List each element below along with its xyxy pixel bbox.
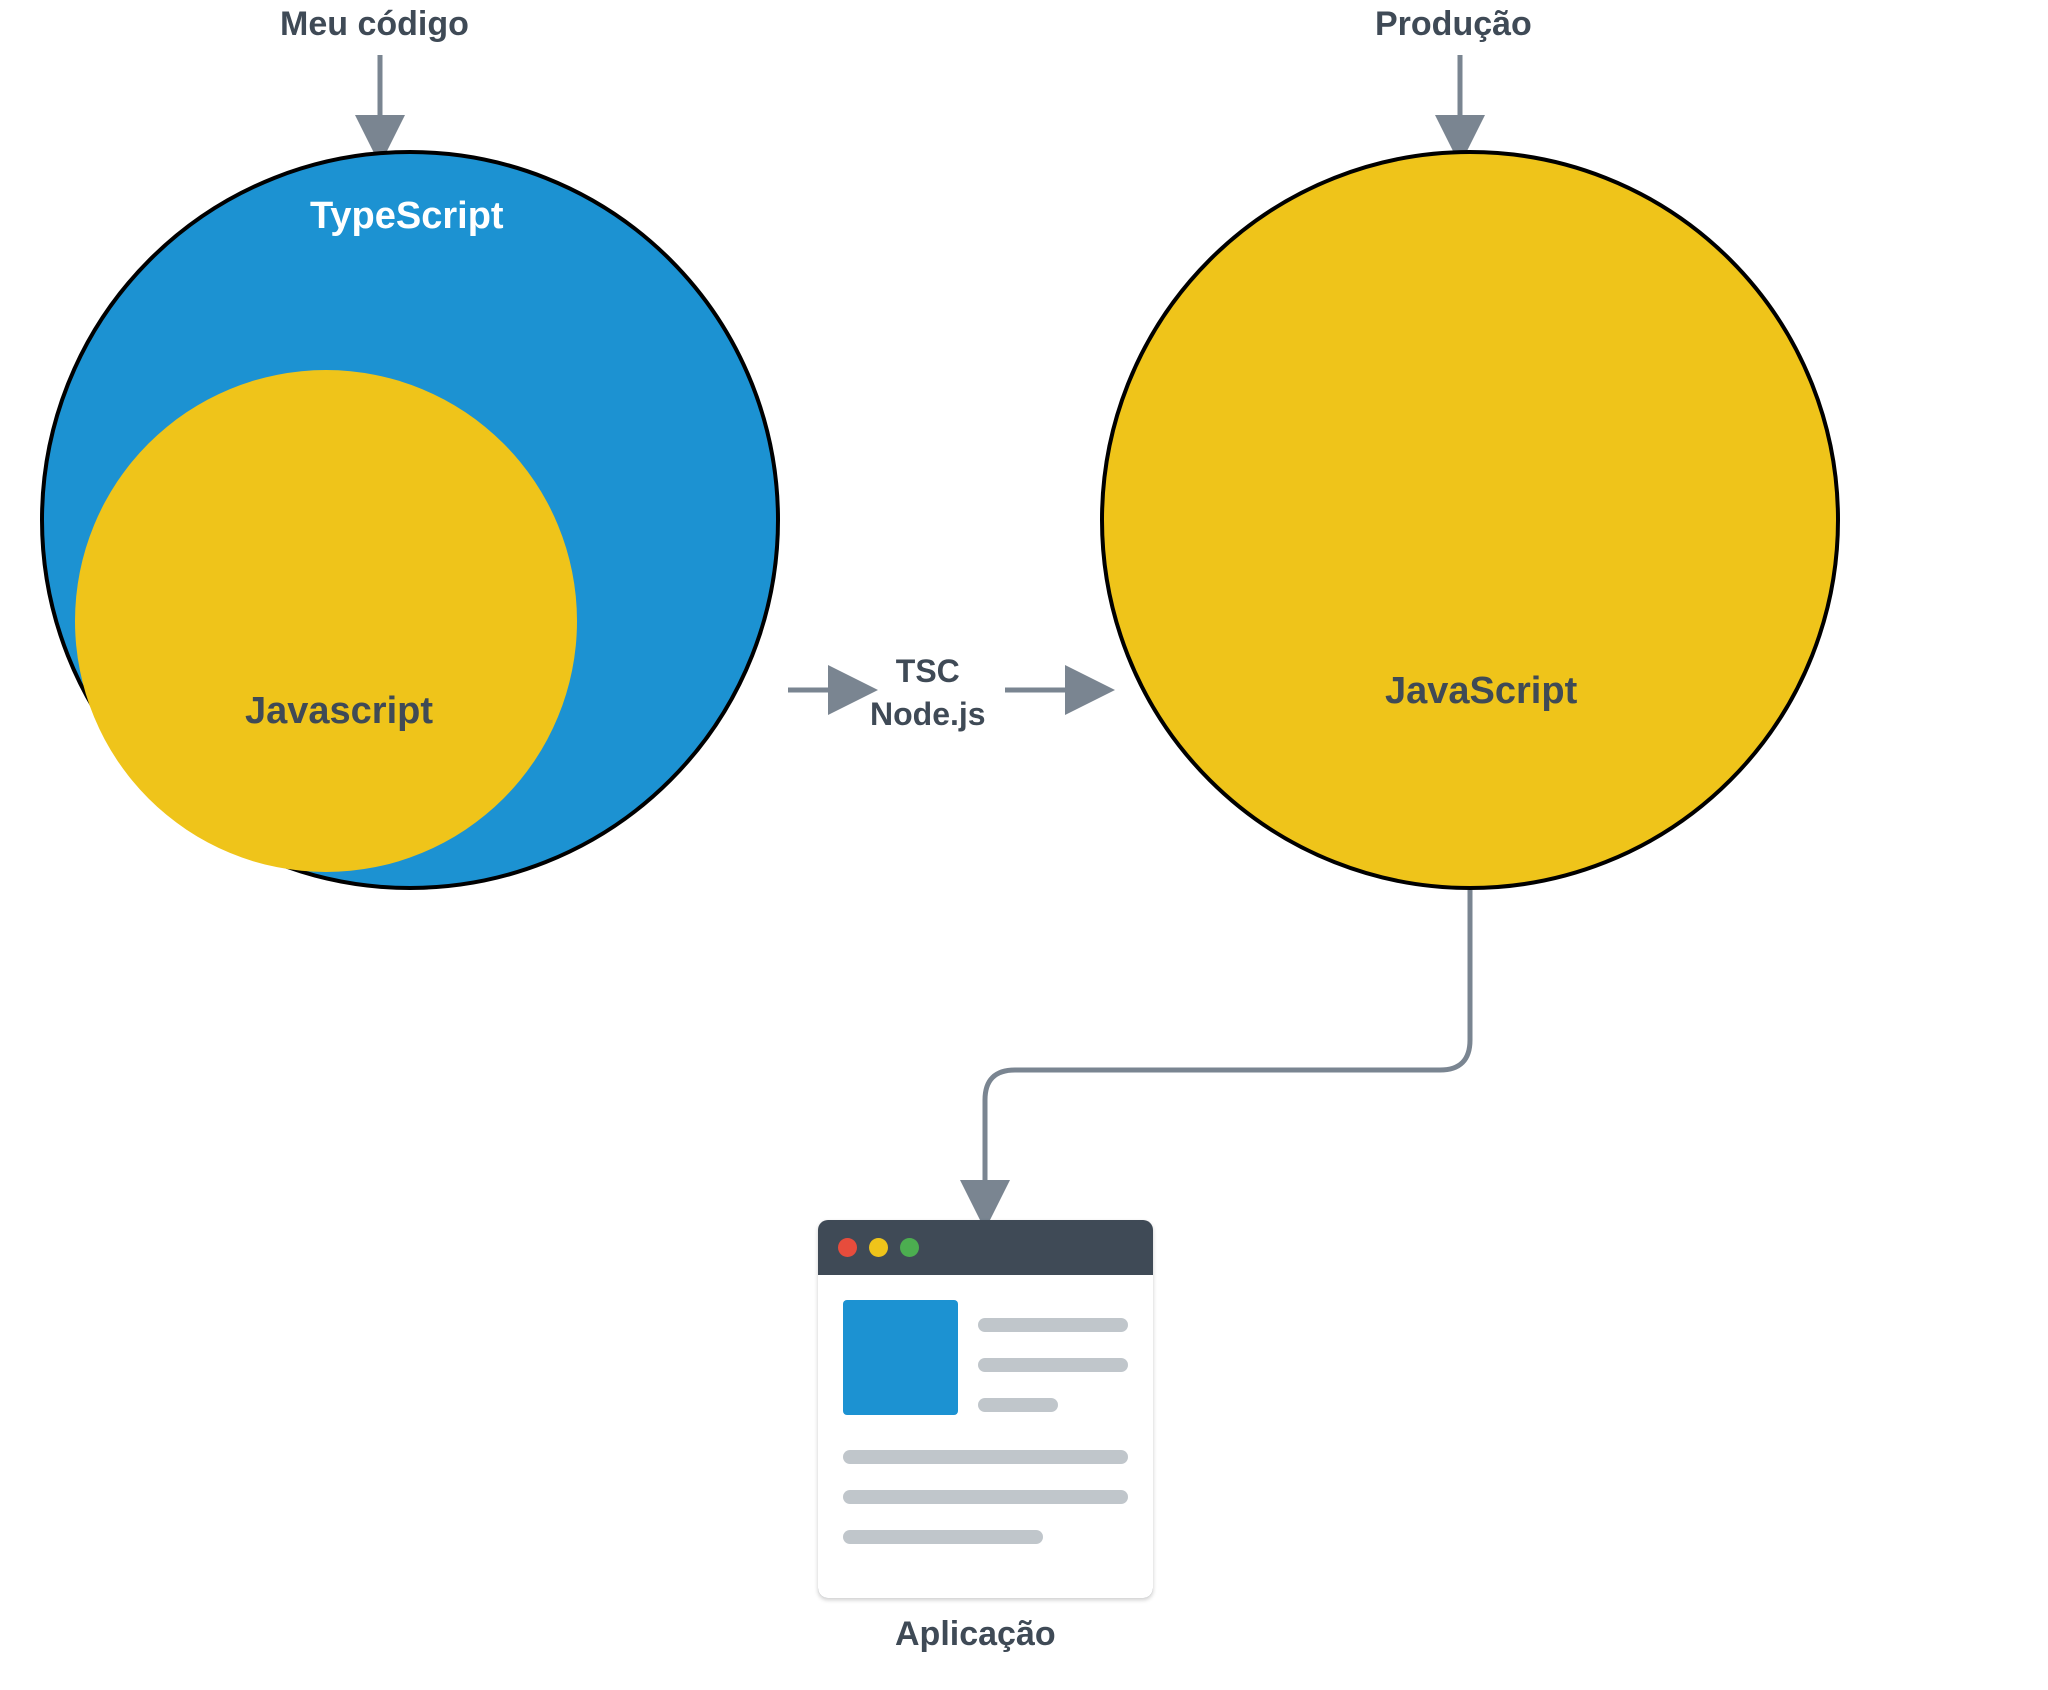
- arrow-production-to-javascript: [1450, 55, 1470, 155]
- app-thumbnail: [843, 1300, 958, 1415]
- window-close-dot: [838, 1238, 857, 1257]
- compiler-label: TSC Node.js: [870, 650, 986, 736]
- arrow-mycode-to-typescript: [370, 55, 390, 155]
- app-titlebar: [818, 1220, 1153, 1275]
- window-minimize-dot: [869, 1238, 888, 1257]
- app-content-line: [978, 1398, 1058, 1412]
- application-window-icon: [818, 1220, 1153, 1598]
- production-label: Produção: [1375, 5, 1532, 44]
- typescript-label: TypeScript: [310, 195, 504, 238]
- app-content-line: [843, 1490, 1128, 1504]
- compiler-line1: TSC: [870, 650, 986, 693]
- compiler-line2: Node.js: [870, 693, 986, 736]
- app-content-line: [978, 1358, 1128, 1372]
- arrow-typescript-to-compiler: [788, 680, 868, 700]
- javascript-output-label: JavaScript: [1385, 670, 1577, 713]
- application-label: Aplicação: [895, 1615, 1056, 1654]
- app-content-line: [843, 1450, 1128, 1464]
- javascript-inner-circle: [75, 370, 577, 872]
- app-content-line: [843, 1530, 1043, 1544]
- app-content-line: [978, 1318, 1128, 1332]
- my-code-label: Meu código: [280, 5, 469, 44]
- arrow-compiler-to-javascript: [1005, 680, 1105, 700]
- app-body: [818, 1275, 1153, 1598]
- window-maximize-dot: [900, 1238, 919, 1257]
- arrow-javascript-to-app: [970, 890, 1570, 1230]
- javascript-inner-label: Javascript: [245, 690, 433, 733]
- javascript-output-circle: [1100, 150, 1840, 890]
